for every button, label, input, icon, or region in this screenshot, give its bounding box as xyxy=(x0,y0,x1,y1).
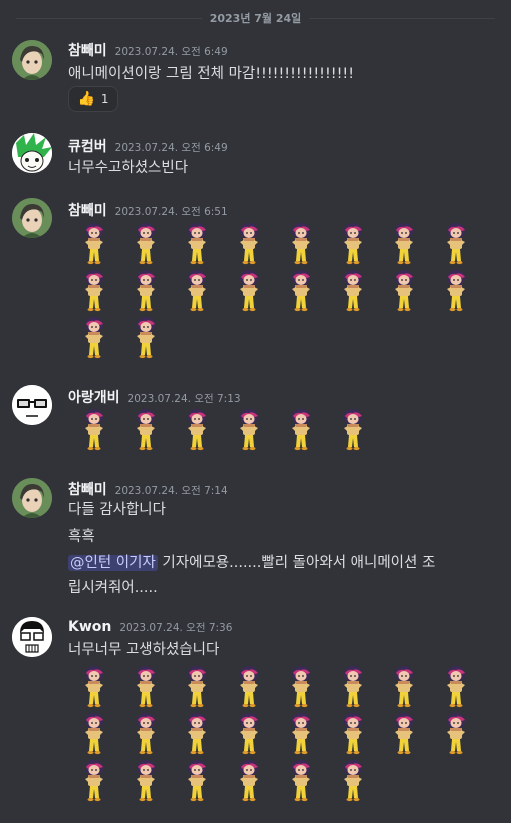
timestamp: 2023.07.24. 오전 6:49 xyxy=(114,46,228,58)
sticker-emoji-icon[interactable] xyxy=(133,759,159,803)
sticker-emoji-icon[interactable] xyxy=(236,712,262,756)
sticker-emoji-icon[interactable] xyxy=(443,269,469,313)
divider-line xyxy=(16,17,202,19)
sticker-emoji-icon[interactable] xyxy=(184,665,210,709)
message-text: 애니메이션이랑 그림 전체 마감!!!!!!!!!!!!!!!!! xyxy=(68,66,355,82)
author-name[interactable]: 참빼미 xyxy=(68,40,107,60)
sticker-emoji-icon[interactable] xyxy=(391,269,417,313)
reaction-count: 1 xyxy=(100,92,109,106)
author-name[interactable]: 참빼미 xyxy=(68,479,107,499)
date-divider-label: 2023년 7월 24일 xyxy=(209,12,302,25)
message-text: 너무너무 고생하셨습니다 xyxy=(68,642,220,658)
message-text-tail: 기자에모용.......빨리 돌아와서 애니메이션 조 xyxy=(157,555,436,571)
timestamp: 2023.07.24. 오전 6:51 xyxy=(114,206,228,218)
message-text: 다들 감사합니다 xyxy=(68,502,166,518)
sticker-emoji-icon[interactable] xyxy=(184,269,210,313)
avatar[interactable] xyxy=(12,133,52,173)
sticker-emoji-icon[interactable] xyxy=(184,712,210,756)
sticker-emoji-icon[interactable] xyxy=(391,222,417,266)
sticker-emoji-icon[interactable] xyxy=(133,269,159,313)
sticker-emoji-icon[interactable] xyxy=(236,269,262,313)
sticker-emoji-icon[interactable] xyxy=(81,759,107,803)
sticker-emoji-icon[interactable] xyxy=(81,408,107,452)
user-mention[interactable]: @인턴 이기자 xyxy=(68,555,158,571)
sticker-emoji-icon[interactable] xyxy=(391,665,417,709)
sticker-emoji-icon[interactable] xyxy=(81,269,107,313)
sticker-emoji-icon[interactable] xyxy=(288,269,314,313)
sticker-emoji-icon[interactable] xyxy=(133,712,159,756)
user-avatar-icon xyxy=(12,385,52,425)
date-divider: 2023년 7월 24일 xyxy=(16,8,496,28)
message-text: @인턴 이기자 기자에모용.......빨리 돌아와서 애니메이션 조 xyxy=(68,551,435,572)
avatar[interactable] xyxy=(12,617,52,657)
sticker-emoji-icon[interactable] xyxy=(340,759,366,803)
reaction-button[interactable]: 👍 1 xyxy=(68,86,118,112)
sticker-emoji-icon[interactable] xyxy=(81,222,107,266)
author-name[interactable]: 아랑개비 xyxy=(68,387,120,407)
sticker-emoji-icon[interactable] xyxy=(340,222,366,266)
timestamp: 2023.07.24. 오전 7:36 xyxy=(119,622,233,634)
timestamp: 2023.07.24. 오전 7:14 xyxy=(114,485,228,497)
sticker-emoji-icon[interactable] xyxy=(133,222,159,266)
user-avatar-icon xyxy=(12,617,52,657)
sticker-emoji-icon[interactable] xyxy=(81,316,107,360)
sticker-emoji-icon[interactable] xyxy=(340,269,366,313)
sticker-emoji-icon[interactable] xyxy=(236,222,262,266)
sticker-emoji-icon[interactable] xyxy=(184,759,210,803)
author-name[interactable]: 참빼미 xyxy=(68,200,107,220)
user-avatar-icon xyxy=(12,40,52,80)
timestamp: 2023.07.24. 오전 6:49 xyxy=(114,142,228,154)
sticker-emoji-icon[interactable] xyxy=(443,665,469,709)
sticker-emoji-icon[interactable] xyxy=(288,759,314,803)
avatar[interactable] xyxy=(12,385,52,425)
sticker-emoji-icon[interactable] xyxy=(133,408,159,452)
sticker-emoji-icon[interactable] xyxy=(340,408,366,452)
sticker-emoji-icon[interactable] xyxy=(81,712,107,756)
author-name[interactable]: 큐컴버 xyxy=(68,136,107,156)
sticker-emoji-icon[interactable] xyxy=(236,408,262,452)
message-text-wrap: 립시켜줘어..... xyxy=(68,580,158,596)
user-avatar-icon xyxy=(12,198,52,238)
thumbs-up-icon: 👍 xyxy=(77,91,95,107)
sticker-emoji-icon[interactable] xyxy=(81,665,107,709)
avatar[interactable] xyxy=(12,40,52,80)
avatar[interactable] xyxy=(12,198,52,238)
sticker-emoji-icon[interactable] xyxy=(340,712,366,756)
message-text: 너무수고하셨스빈다 xyxy=(68,160,189,176)
sticker-emoji-icon[interactable] xyxy=(288,222,314,266)
user-avatar-icon xyxy=(12,133,52,173)
sticker-emoji-icon[interactable] xyxy=(443,222,469,266)
sticker-emoji-icon[interactable] xyxy=(288,712,314,756)
sticker-emoji-icon[interactable] xyxy=(340,665,366,709)
user-avatar-icon xyxy=(12,478,52,518)
author-name[interactable]: Kwon xyxy=(68,619,111,635)
sticker-emoji-icon[interactable] xyxy=(236,665,262,709)
sticker-emoji-icon[interactable] xyxy=(391,712,417,756)
sticker-emoji-icon[interactable] xyxy=(133,316,159,360)
sticker-emoji-icon[interactable] xyxy=(133,665,159,709)
sticker-emoji-icon[interactable] xyxy=(236,759,262,803)
sticker-emoji-icon[interactable] xyxy=(288,408,314,452)
sticker-emoji-icon[interactable] xyxy=(184,408,210,452)
avatar[interactable] xyxy=(12,478,52,518)
sticker-emoji-icon[interactable] xyxy=(184,222,210,266)
timestamp: 2023.07.24. 오전 7:13 xyxy=(127,393,241,405)
message-text: 흑흑 xyxy=(68,529,95,545)
divider-line xyxy=(309,17,496,19)
sticker-emoji-icon[interactable] xyxy=(288,665,314,709)
sticker-emoji-icon[interactable] xyxy=(443,712,469,756)
